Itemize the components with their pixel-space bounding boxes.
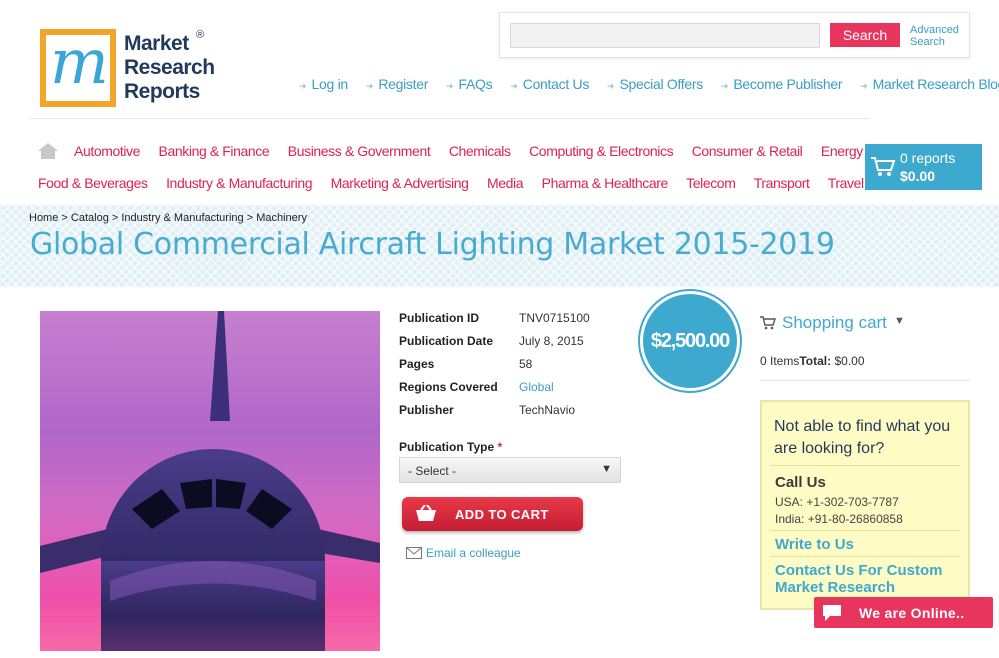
site-logo[interactable]: m Market Research Reports ® (40, 25, 215, 111)
envelope-icon (406, 547, 422, 559)
special-offers-link[interactable]: Special Offers (619, 76, 703, 92)
shopping-cart-summary: 0 ItemsTotal: $0.00 (760, 354, 865, 368)
home-icon[interactable] (38, 143, 58, 159)
arrow-icon: ➜ (860, 81, 868, 91)
sidebar-divider (760, 380, 970, 381)
publisher: TechNavio (519, 403, 576, 417)
header-divider (30, 118, 870, 119)
top-links: ➜ Log in ➜ Register ➜ FAQs ➜ Contact Us ➜ Spe… (299, 76, 999, 92)
cart-report-count: 0 reports (900, 150, 956, 166)
publication-date: July 8, 2015 (519, 334, 584, 348)
breadcrumb-home[interactable]: Home (29, 212, 58, 224)
arrow-icon: ➜ (606, 81, 615, 91)
detail-row: Publication Date July 8, 2015 (399, 334, 584, 348)
register-link[interactable]: Register (378, 76, 428, 92)
divider (770, 465, 960, 466)
arrow-icon: ➜ (299, 81, 307, 91)
india-phone: India: +91-80-26860858 (775, 512, 903, 526)
live-chat-button[interactable]: We are Online.. (814, 597, 993, 628)
breadcrumb-machinery[interactable]: Machinery (256, 212, 307, 224)
arrow-icon: ➜ (720, 81, 729, 91)
login-link[interactable]: Log in (312, 76, 349, 92)
category-pharma-healthcare[interactable]: Pharma & Healthcare (542, 175, 669, 191)
cart-icon (760, 316, 776, 330)
detail-row: Regions Covered Global (399, 380, 554, 394)
divider (770, 556, 960, 557)
custom-research-link[interactable]: Contact Us For Custom Market Research (775, 562, 965, 596)
contact-us-link[interactable]: Contact Us (523, 76, 590, 92)
chat-icon (823, 605, 841, 621)
category-computing-electronics[interactable]: Computing & Electronics (529, 143, 673, 159)
arrow-icon: ➜ (510, 81, 518, 91)
logo-mark: m (40, 25, 116, 107)
category-nav-row2: Food & Beverages Industry & Manufacturin… (38, 175, 938, 191)
page-count: 58 (519, 357, 533, 371)
page-title: Global Commercial Aircraft Lighting Mark… (30, 227, 835, 262)
become-publisher-link[interactable]: Become Publisher (733, 76, 842, 92)
add-to-cart-button[interactable]: ADD TO CART (402, 497, 583, 531)
search-box: Search Advanced Search (499, 12, 970, 58)
usa-phone: USA: +1-302-703-7787 (775, 495, 899, 509)
price-badge: $2,500.00 (640, 291, 740, 391)
category-food-beverages[interactable]: Food & Beverages (38, 175, 148, 191)
category-industry-manufacturing[interactable]: Industry & Manufacturing (166, 175, 312, 191)
detail-row: Publisher TechNavio (399, 403, 576, 417)
category-automotive[interactable]: Automotive (74, 143, 140, 159)
region-link[interactable]: Global (519, 380, 554, 394)
category-transport[interactable]: Transport (754, 175, 810, 191)
category-business-government[interactable]: Business & Government (288, 143, 431, 159)
cart-total: $0.00 (900, 168, 936, 184)
breadcrumb: Home > Catalog > Industry & Manufacturin… (29, 212, 307, 224)
logo-text: Market Research Reports (124, 32, 215, 103)
basket-icon (416, 505, 436, 521)
blog-link[interactable]: Market Research Blog (873, 76, 999, 92)
call-us-heading: Call Us (775, 474, 826, 491)
header-cart-button[interactable]: 0 reports $0.00 (865, 144, 982, 190)
publication-id: TNV0715100 (519, 311, 590, 325)
title-banner: Home > Catalog > Industry & Manufacturin… (0, 205, 999, 287)
publication-type-select[interactable]: - Select - ▼ (399, 457, 621, 483)
cart-icon (871, 157, 896, 176)
arrow-icon: ➜ (445, 81, 454, 91)
registered-mark: ® (196, 29, 205, 41)
faqs-link[interactable]: FAQs (459, 76, 493, 92)
publication-type-label: Publication Type * (399, 440, 503, 454)
divider (770, 530, 960, 531)
category-marketing-advertising[interactable]: Marketing & Advertising (331, 175, 469, 191)
category-telecom[interactable]: Telecom (686, 175, 736, 191)
category-nav-row1: Automotive Banking & Finance Business & … (74, 143, 935, 159)
chevron-down-icon: ▼ (894, 315, 905, 327)
detail-row: Pages 58 (399, 357, 533, 371)
help-question: Not able to find what you are looking fo… (774, 418, 951, 457)
breadcrumb-industry[interactable]: Industry & Manufacturing (121, 212, 243, 224)
search-input[interactable] (510, 23, 820, 48)
category-chemicals[interactable]: Chemicals (449, 143, 511, 159)
advanced-search-link[interactable]: Advanced Search (910, 24, 970, 48)
category-media[interactable]: Media (487, 175, 524, 191)
arrow-icon: ➜ (365, 81, 374, 91)
search-button[interactable]: Search (830, 23, 900, 47)
product-image (40, 311, 380, 651)
write-to-us-link[interactable]: Write to Us (775, 536, 854, 553)
breadcrumb-catalog[interactable]: Catalog (71, 212, 109, 224)
chevron-down-icon: ▼ (601, 463, 612, 475)
help-box: Not able to find what you are looking fo… (760, 400, 970, 610)
detail-row: Publication ID TNV0715100 (399, 311, 590, 325)
category-banking-finance[interactable]: Banking & Finance (159, 143, 270, 159)
category-consumer-retail[interactable]: Consumer & Retail (692, 143, 803, 159)
